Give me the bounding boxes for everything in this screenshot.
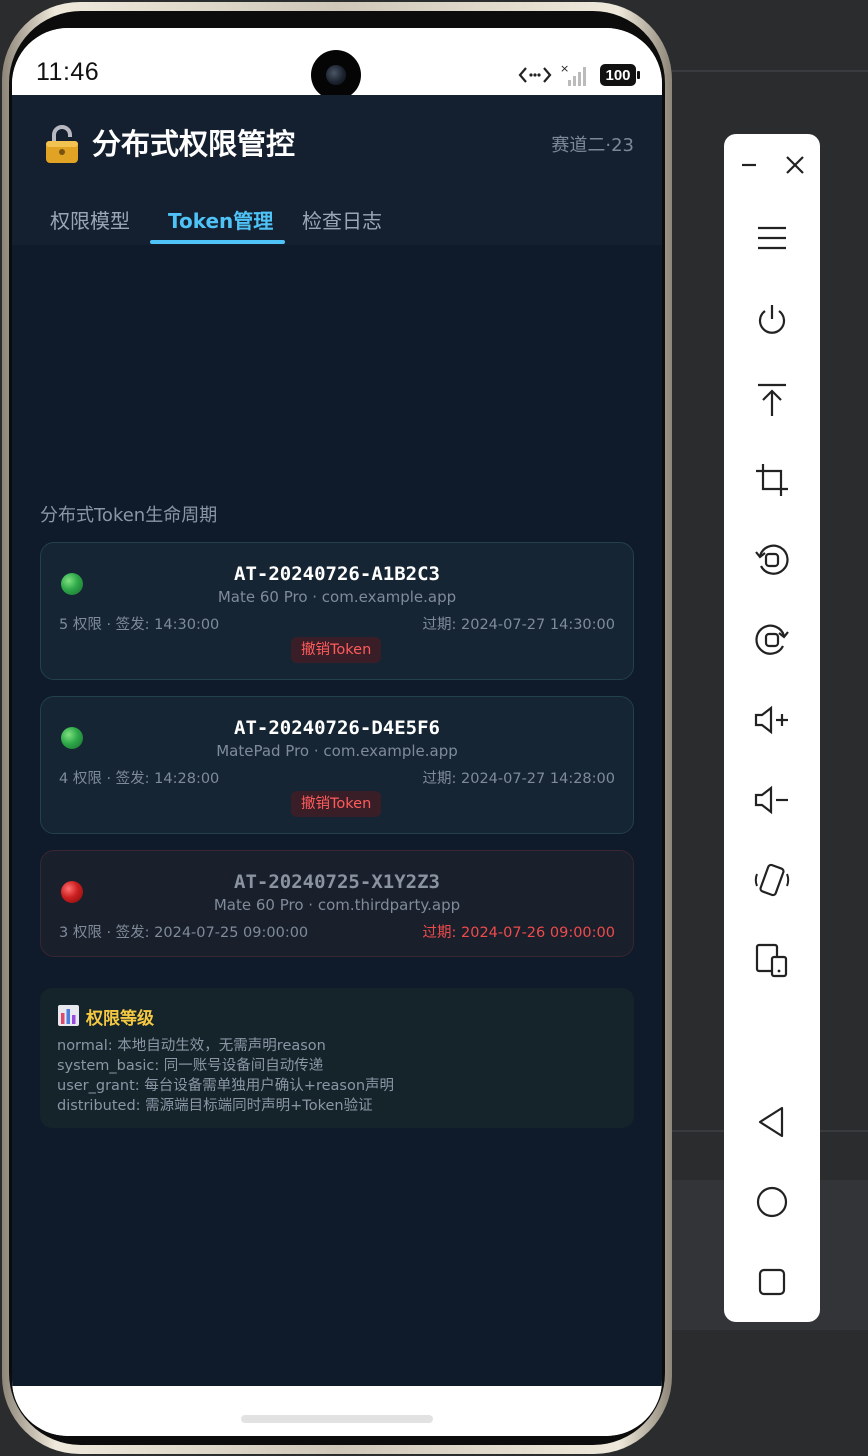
shake-button[interactable] (752, 860, 792, 900)
rotate-left-icon (755, 544, 789, 575)
app-header: 分布式权限管控 赛道二·23 权限模型 Token管理 检查日志 (12, 95, 662, 245)
lock-icon (46, 125, 78, 163)
track-label: 赛道二·23 (551, 135, 634, 156)
level-normal: normal: 本地自动生效，无需声明reason (57, 1038, 326, 1054)
back-button[interactable] (752, 1102, 792, 1142)
revoke-token-button[interactable]: 撤销Token (291, 637, 382, 663)
token-expiry: 过期: 2024-07-26 09:00:00 (422, 925, 616, 941)
menu-icon (758, 226, 786, 250)
token-id: AT-20240726-A1B2C3 (234, 563, 440, 585)
data-transfer-icon (518, 67, 552, 83)
token-device-app: MatePad Pro · com.example.app (216, 742, 458, 760)
active-tab-indicator (150, 240, 285, 244)
power-icon (758, 305, 786, 334)
minimize-icon[interactable] (736, 152, 762, 178)
volume-up-button[interactable] (752, 700, 792, 740)
levels-title: 权限等级 (86, 1009, 154, 1029)
svg-text:×: × (560, 62, 569, 75)
multi-device-button[interactable] (752, 940, 792, 980)
token-expiry: 过期: 2024-07-27 14:28:00 (422, 771, 616, 787)
back-icon (758, 1106, 784, 1138)
home-button[interactable] (752, 1182, 792, 1222)
home-icon (756, 1186, 788, 1218)
level-distributed: distributed: 需源端目标端同时声明+Token验证 (57, 1098, 373, 1114)
shake-icon (754, 863, 790, 897)
token-id: AT-20240725-X1Y2Z3 (234, 871, 440, 893)
power-button[interactable] (752, 300, 792, 340)
page-title: 分布式权限管控 (92, 127, 296, 161)
token-device-app: Mate 60 Pro · com.example.app (217, 588, 457, 606)
tab-permission-model[interactable]: 权限模型 (50, 205, 130, 234)
close-icon[interactable] (782, 152, 808, 178)
revoke-token-button[interactable]: 撤销Token (291, 791, 382, 817)
tab-bar: 权限模型 Token管理 检查日志 (12, 195, 662, 245)
app-body: 分布式权限管控 赛道二·23 权限模型 Token管理 检查日志 分布式Toke… (12, 95, 662, 1386)
rotate-right-icon (755, 624, 789, 655)
token-card: AT-20240726-A1B2C3 Mate 60 Pro · com.exa… (40, 542, 634, 680)
status-time: 11:46 (36, 58, 100, 86)
menu-button[interactable] (752, 218, 792, 258)
status-bar: 11:46 × 100 (12, 28, 662, 100)
rotate-right-button[interactable] (752, 620, 792, 660)
level-user-grant: user_grant: 每台设备需单独用户确认+reason声明 (57, 1078, 395, 1094)
volume-down-icon (754, 785, 788, 815)
navigation-area (12, 1386, 662, 1436)
token-card: AT-20240726-D4E5F6 MatePad Pro · com.exa… (40, 696, 634, 834)
home-indicator[interactable] (241, 1415, 433, 1423)
bar-chart-icon (58, 1005, 79, 1026)
pin-top-button[interactable] (752, 380, 792, 420)
tab-check-log[interactable]: 检查日志 (302, 205, 382, 234)
emulator-toolbar (724, 134, 820, 1322)
multi-device-icon (755, 943, 788, 978)
section-title: 分布式Token生命周期 (40, 505, 218, 526)
status-icons: × 100 (518, 62, 640, 88)
token-device-app: Mate 60 Pro · com.thirdparty.app (213, 896, 461, 914)
rotate-left-button[interactable] (752, 540, 792, 580)
token-expiry: 过期: 2024-07-27 14:30:00 (422, 617, 616, 633)
level-system-basic: system_basic: 同一账号设备间自动传递 (57, 1058, 324, 1074)
signal-icon: × (560, 62, 586, 86)
battery-icon: 100 (600, 64, 640, 86)
token-card: AT-20240725-X1Y2Z3 Mate 60 Pro · com.thi… (40, 850, 634, 957)
screenshot-button[interactable] (752, 460, 792, 500)
token-id: AT-20240726-D4E5F6 (234, 717, 440, 739)
volume-up-icon (754, 705, 788, 735)
front-camera (311, 50, 361, 100)
token-meta: 4 权限 · 签发: 14:28:00 (59, 771, 220, 787)
token-meta: 5 权限 · 签发: 14:30:00 (59, 617, 220, 633)
top-icon (758, 383, 786, 416)
token-meta: 3 权限 · 签发: 2024-07-25 09:00:00 (59, 925, 309, 941)
recents-icon (758, 1268, 786, 1296)
volume-down-button[interactable] (752, 780, 792, 820)
tab-token-management[interactable]: Token管理 (168, 205, 273, 234)
crop-icon (756, 464, 788, 496)
phone-screen: 11:46 × 100 分布式权限管控 赛道二·23 权限模型 Token管理 … (12, 28, 662, 1436)
recents-button[interactable] (752, 1262, 792, 1302)
permission-levels-card: 权限等级 normal: 本地自动生效，无需声明reason system_ba… (40, 988, 634, 1128)
desktop-divider (672, 70, 868, 72)
